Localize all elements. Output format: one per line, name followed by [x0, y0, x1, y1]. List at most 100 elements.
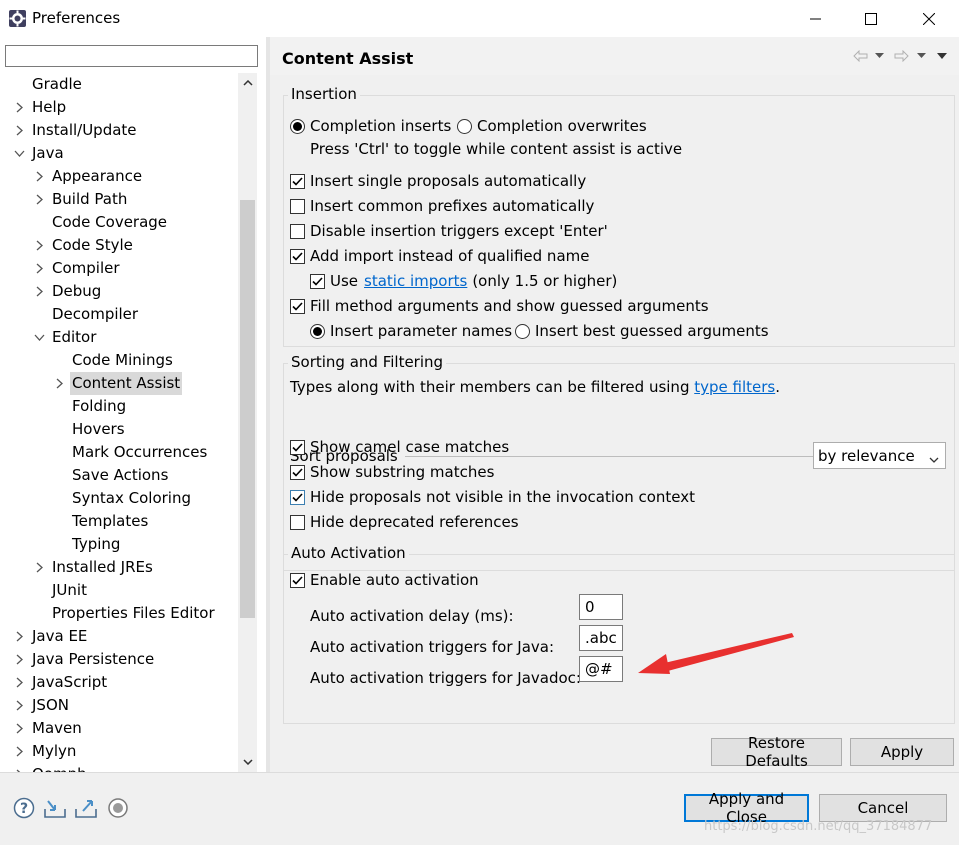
insert-parameter-names-radio[interactable]: Insert parameter names [310, 320, 512, 342]
chevron-right-icon[interactable] [32, 556, 46, 579]
chevron-right-icon[interactable] [52, 372, 66, 395]
tree-item[interactable]: JavaScript [12, 671, 109, 694]
completion-overwrites-radio[interactable]: Completion overwrites [457, 115, 647, 137]
insertion-group-title: Insertion [288, 85, 360, 103]
record-icon[interactable] [106, 796, 130, 820]
scroll-up-arrow-icon[interactable] [238, 73, 257, 93]
minimize-button[interactable] [789, 0, 843, 37]
tree-item-label: Gradle [32, 75, 82, 93]
maximize-button[interactable] [844, 0, 898, 37]
preference-tree: Gradle Help Install/Update Java Appearance Bu… [0, 73, 238, 773]
export-icon[interactable] [74, 796, 98, 820]
view-menu-icon[interactable] [936, 46, 948, 66]
chevron-right-icon[interactable] [12, 96, 26, 119]
chevron-right-icon[interactable] [32, 188, 46, 211]
tree-item[interactable]: JSON [12, 694, 71, 717]
tree-item[interactable]: Code Minings [52, 349, 175, 372]
tree-item[interactable]: Java Persistence [12, 648, 156, 671]
forward-arrow-icon[interactable] [893, 46, 909, 66]
tree-item[interactable]: Code Coverage [32, 211, 169, 234]
chevron-right-icon[interactable] [32, 234, 46, 257]
insert-single-checkbox[interactable]: Insert single proposals automatically [290, 170, 586, 192]
insert-common-prefixes-checkbox[interactable]: Insert common prefixes automatically [290, 195, 594, 217]
chevron-down-icon[interactable] [12, 142, 26, 165]
chevron-right-icon[interactable] [32, 257, 46, 280]
tree-item[interactable]: Editor [32, 326, 98, 349]
static-imports-link[interactable]: static imports [364, 272, 467, 290]
disable-triggers-checkbox[interactable]: Disable insertion triggers except 'Enter… [290, 220, 608, 242]
back-arrow-icon[interactable] [852, 46, 868, 66]
tree-item[interactable]: Typing [52, 533, 122, 556]
tree-item[interactable]: Maven [12, 717, 84, 740]
tree-item[interactable]: Mylyn [12, 740, 78, 763]
javadoc-triggers-input[interactable] [579, 656, 623, 682]
window-title: Preferences [32, 9, 121, 27]
tree-item[interactable]: Syntax Coloring [52, 487, 193, 510]
hide-not-visible-checkbox[interactable]: Hide proposals not visible in the invoca… [290, 486, 695, 508]
use-static-imports-checkbox[interactable]: Use static imports (only 1.5 or higher) [310, 270, 617, 292]
filter-input[interactable] [5, 45, 258, 67]
tree-item[interactable]: Java [12, 142, 66, 165]
scroll-down-arrow-icon[interactable] [238, 752, 257, 772]
close-button[interactable] [902, 0, 956, 37]
substring-checkbox[interactable]: Show substring matches [290, 461, 494, 483]
tree-item-label: Editor [52, 328, 97, 346]
chevron-right-icon[interactable] [12, 717, 26, 740]
tree-item[interactable]: Mark Occurrences [52, 441, 209, 464]
import-icon[interactable] [43, 796, 67, 820]
chevron-right-icon[interactable] [12, 671, 26, 694]
completion-inserts-radio[interactable]: Completion inserts [290, 115, 451, 137]
tree-item[interactable]: Code Style [32, 234, 135, 257]
apply-and-close-button[interactable]: Apply and Close [684, 790, 809, 826]
chevron-right-icon[interactable] [12, 625, 26, 648]
back-dropdown-icon[interactable] [873, 46, 885, 66]
tree-item[interactable]: Install/Update [12, 119, 139, 142]
insert-best-guessed-radio[interactable]: Insert best guessed arguments [515, 320, 769, 342]
tree-item[interactable]: Compiler [32, 257, 122, 280]
sort-proposals-select[interactable]: by relevance [813, 442, 946, 469]
forward-dropdown-icon[interactable] [915, 46, 927, 66]
chevron-right-icon[interactable] [12, 648, 26, 671]
apply-button[interactable]: Apply [850, 738, 954, 766]
tree-item[interactable]: Properties Files Editor [32, 602, 217, 625]
chevron-right-icon[interactable] [32, 280, 46, 303]
cancel-button[interactable]: Cancel [819, 794, 947, 822]
tree-item[interactable]: Java EE [12, 625, 89, 648]
tree-item[interactable]: Folding [52, 395, 128, 418]
hide-deprecated-checkbox[interactable]: Hide deprecated references [290, 511, 519, 533]
tree-scrollbar[interactable] [238, 73, 257, 772]
restore-defaults-button[interactable]: Restore Defaults [711, 734, 842, 770]
tree-item[interactable]: Gradle [12, 73, 84, 96]
tree-item[interactable]: Installed JREs [32, 556, 155, 579]
help-icon[interactable]: ? [12, 796, 36, 820]
tree-item[interactable]: Appearance [32, 165, 144, 188]
javadoc-triggers-label: Auto activation triggers for Javadoc: [310, 669, 581, 687]
type-filters-link[interactable]: type filters [694, 378, 775, 396]
tree-item[interactable]: Decompiler [32, 303, 140, 326]
tree-item[interactable]: JUnit [32, 579, 89, 602]
tree-item[interactable]: Content Assist [52, 372, 183, 395]
scrollbar-thumb[interactable] [240, 200, 255, 618]
tree-item[interactable]: Help [12, 96, 68, 119]
tree-item[interactable]: Templates [52, 510, 150, 533]
chevron-right-icon[interactable] [12, 740, 26, 763]
java-triggers-input[interactable] [579, 625, 623, 651]
chevron-right-icon[interactable] [32, 165, 46, 188]
enable-auto-activation-checkbox[interactable]: Enable auto activation [290, 569, 479, 591]
tree-item[interactable]: Build Path [32, 188, 129, 211]
tree-item[interactable]: Hovers [52, 418, 127, 441]
chevron-right-icon[interactable] [12, 694, 26, 717]
tree-item[interactable]: Debug [32, 280, 103, 303]
chevron-right-icon[interactable] [12, 119, 26, 142]
add-import-checkbox[interactable]: Add import instead of qualified name [290, 245, 589, 267]
close-icon [923, 12, 935, 25]
camel-case-checkbox[interactable]: Show camel case matches [290, 436, 509, 458]
tree-item[interactable]: Save Actions [52, 464, 170, 487]
auto-activation-delay-input[interactable] [579, 594, 623, 620]
auto-activation-group-title: Auto Activation [288, 544, 409, 562]
fill-method-args-checkbox[interactable]: Fill method arguments and show guessed a… [290, 295, 709, 317]
chevron-down-icon[interactable] [32, 326, 46, 349]
